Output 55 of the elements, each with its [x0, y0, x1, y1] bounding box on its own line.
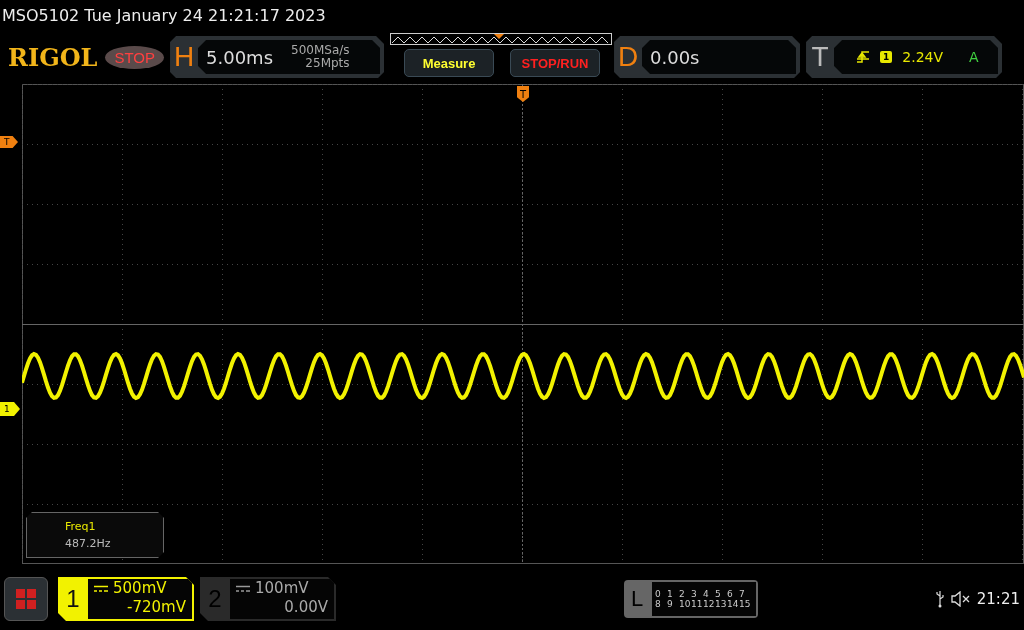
rising-edge-icon: [856, 50, 871, 64]
logic-channel-number: 14: [727, 599, 739, 609]
sample-rate: 500MSa/s: [291, 44, 350, 57]
logic-panel[interactable]: L 0 1 2 3 4 5 6 7 8 9 10 11 12 13 14 15: [624, 580, 758, 618]
dc-coupling-icon: [94, 584, 108, 593]
channel-number: 1: [65, 584, 81, 614]
trigger-mode: A: [969, 49, 979, 65]
timebase-value: 5.00ms: [206, 46, 274, 68]
instrument-title: MSO5102 Tue January 24 21:21:17 2023: [1, 5, 326, 27]
soft-button[interactable]: Measure: [404, 49, 495, 77]
logic-label: L: [629, 585, 645, 613]
trigger-label: T: [810, 41, 830, 73]
logic-channel-number: 9: [667, 599, 674, 609]
delay-value: 0.00s: [650, 46, 700, 68]
logic-channel-number: 15: [739, 599, 751, 609]
channel-scale: 500mV: [113, 579, 167, 598]
measurement-panel[interactable]: Freq1 487.2Hz: [26, 512, 164, 558]
delay-label: D: [616, 41, 640, 73]
logic-channel-number: 7: [739, 589, 746, 599]
measurement-name: Freq1: [65, 520, 97, 533]
speaker-muted-icon[interactable]: [950, 591, 971, 607]
logic-channel-number: 1: [667, 589, 674, 599]
trigger-level-marker[interactable]: T: [0, 136, 18, 148]
brand-logo: RIGOL: [8, 42, 98, 72]
horizontal-panel[interactable]: H 5.00ms 500MSa/s 25Mpts: [170, 36, 385, 78]
logic-channel-number: 2: [679, 589, 686, 599]
logic-channel-number: 8: [655, 599, 662, 609]
logic-channel-number: 6: [727, 589, 734, 599]
status-time: 21:21: [976, 590, 1020, 608]
trigger-panel[interactable]: T 1 2.24V A: [806, 36, 1003, 78]
logic-channel-number: 4: [703, 589, 710, 599]
trigger-source-badge: 1: [880, 51, 893, 63]
trigger-level-value: 2.24V: [902, 49, 944, 65]
grid-menu-icon: [15, 588, 37, 610]
logic-channel-number: 3: [691, 589, 698, 599]
channel-scale: 100mV: [255, 579, 309, 598]
trigger-position-marker[interactable]: T: [517, 86, 529, 102]
logic-channel-number: 0: [655, 589, 662, 599]
measurement-value: 487.2Hz: [65, 537, 112, 550]
channel-offset: -720mV: [127, 598, 186, 617]
channel-marker[interactable]: 1: [0, 402, 20, 416]
soft-button[interactable]: STOP/RUN: [510, 49, 601, 77]
dc-coupling-icon: [236, 584, 250, 593]
logic-channel-number: 11: [691, 599, 703, 609]
horizontal-label: H: [172, 41, 196, 73]
logic-channel-number: 10: [679, 599, 691, 609]
logic-channel-number: 12: [703, 599, 715, 609]
memory-depth: 25Mpts: [305, 57, 350, 70]
channel-panel[interactable]: 1 500mV -720mV: [58, 577, 194, 621]
channel-offset: 0.00V: [284, 598, 328, 617]
logic-channel-number: 5: [715, 589, 722, 599]
delay-panel[interactable]: D 0.00s: [614, 36, 801, 78]
logic-channel-number: 13: [715, 599, 727, 609]
usb-icon: [934, 590, 945, 608]
menu-button[interactable]: [4, 577, 48, 621]
